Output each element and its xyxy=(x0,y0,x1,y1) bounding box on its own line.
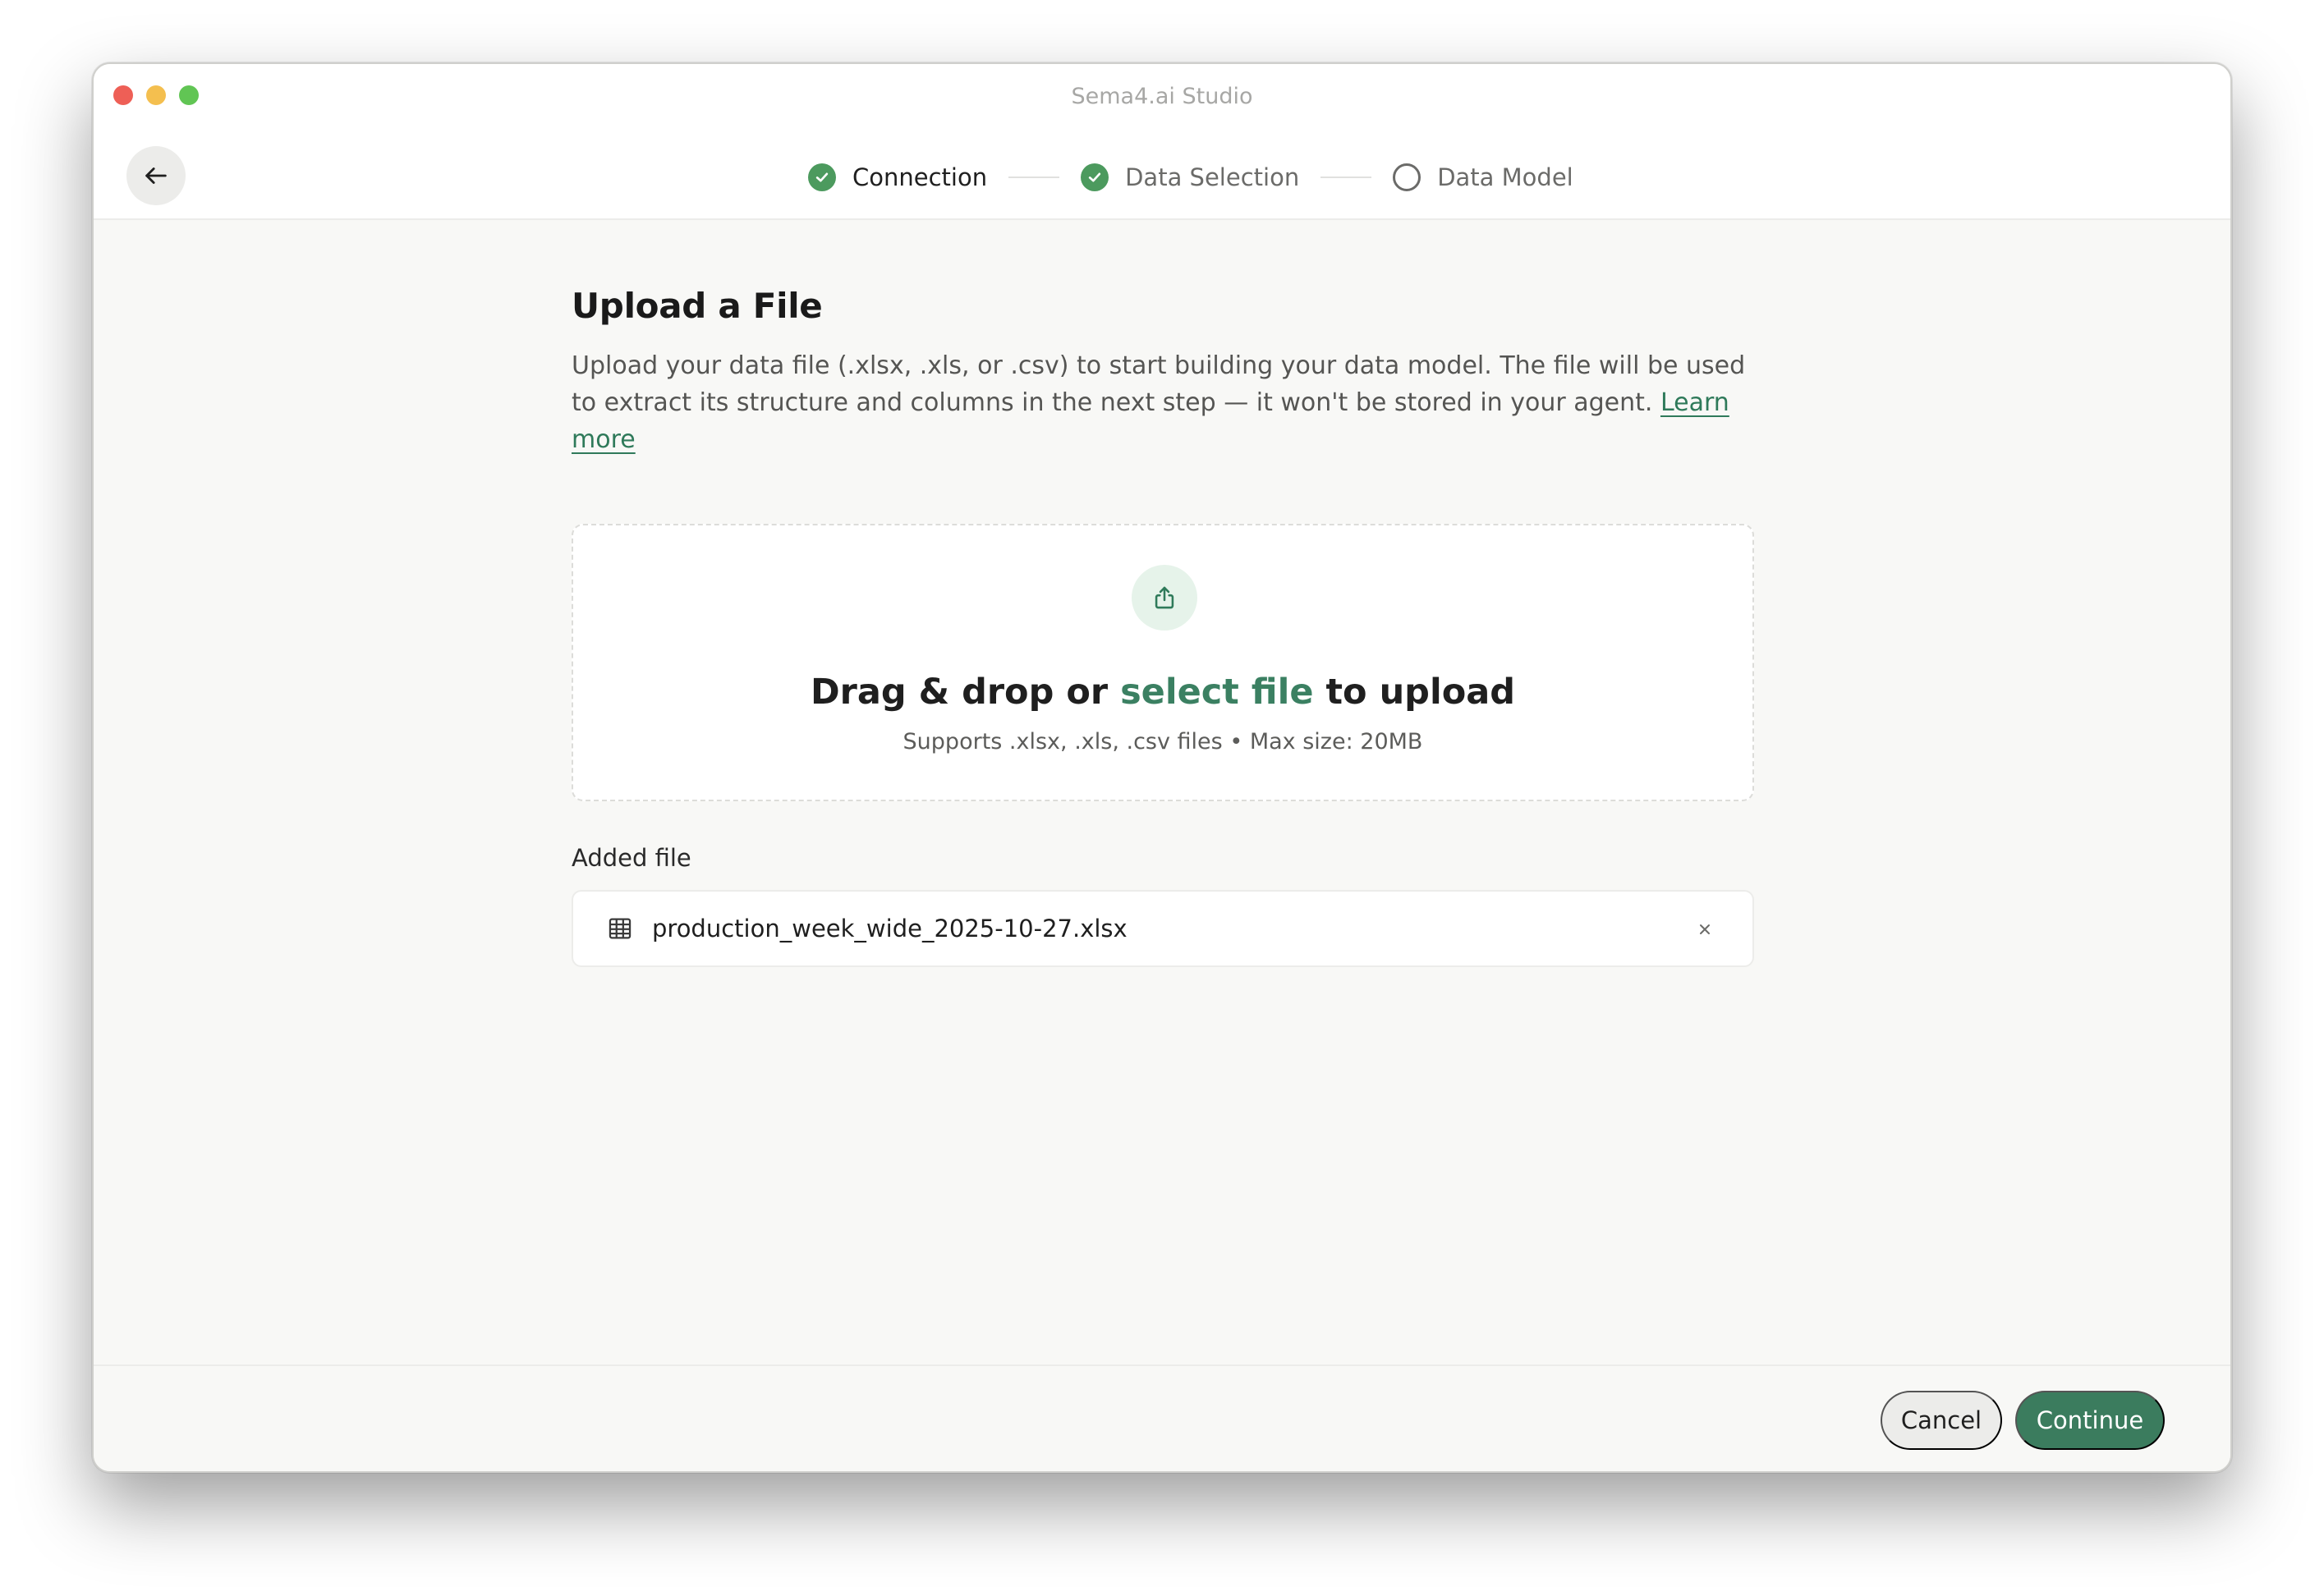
app-window: Sema4.ai Studio Connection Data Selectio… xyxy=(92,62,2232,1473)
remove-file-button[interactable] xyxy=(1692,916,1718,942)
empty-circle-icon xyxy=(1393,163,1421,191)
window-title: Sema4.ai Studio xyxy=(1071,84,1253,109)
cancel-button[interactable]: Cancel xyxy=(1881,1391,2002,1450)
step-divider xyxy=(1008,177,1060,178)
window-header: Sema4.ai Studio Connection Data Selectio… xyxy=(94,64,2230,220)
spreadsheet-icon xyxy=(606,915,634,942)
dropzone-subtitle: Supports .xlsx, .xls, .csv files • Max s… xyxy=(903,729,1423,754)
check-circle-icon xyxy=(808,163,836,191)
step-label: Data Selection xyxy=(1125,163,1300,191)
file-dropzone[interactable]: Drag & drop or select file to upload Sup… xyxy=(572,524,1754,801)
step-connection[interactable]: Connection xyxy=(808,163,987,191)
close-icon xyxy=(1700,924,1710,934)
step-data-selection[interactable]: Data Selection xyxy=(1081,163,1299,191)
dropzone-title-suffix: to upload xyxy=(1313,672,1516,713)
check-circle-icon xyxy=(1081,163,1109,191)
upload-icon xyxy=(1132,565,1197,631)
continue-button[interactable]: Continue xyxy=(2015,1391,2165,1450)
added-file-label: Added file xyxy=(572,844,691,872)
select-file-link[interactable]: select file xyxy=(1120,672,1313,713)
description-text: Upload your data file (.xlsx, .xls, or .… xyxy=(572,351,1746,417)
file-name: production_week_wide_2025-10-27.xlsx xyxy=(652,915,1128,942)
added-file-row: production_week_wide_2025-10-27.xlsx xyxy=(572,890,1754,967)
main-content: Upload a File Upload your data file (.xl… xyxy=(572,286,1754,967)
step-divider xyxy=(1320,177,1372,178)
dropzone-title-prefix: Drag & drop or xyxy=(810,672,1121,713)
step-label: Data Model xyxy=(1437,163,1573,191)
step-data-model[interactable]: Data Model xyxy=(1393,163,1573,191)
arrow-left-icon xyxy=(145,167,167,184)
page-description: Upload your data file (.xlsx, .xls, or .… xyxy=(572,347,1754,458)
back-button[interactable] xyxy=(126,146,186,205)
footer-bar: Cancel Continue xyxy=(94,1364,2230,1471)
dropzone-title: Drag & drop or select file to upload xyxy=(573,672,1752,713)
page-title: Upload a File xyxy=(572,286,823,326)
step-label: Connection xyxy=(852,163,988,191)
stepper: Connection Data Selection Data Model xyxy=(808,159,1573,195)
